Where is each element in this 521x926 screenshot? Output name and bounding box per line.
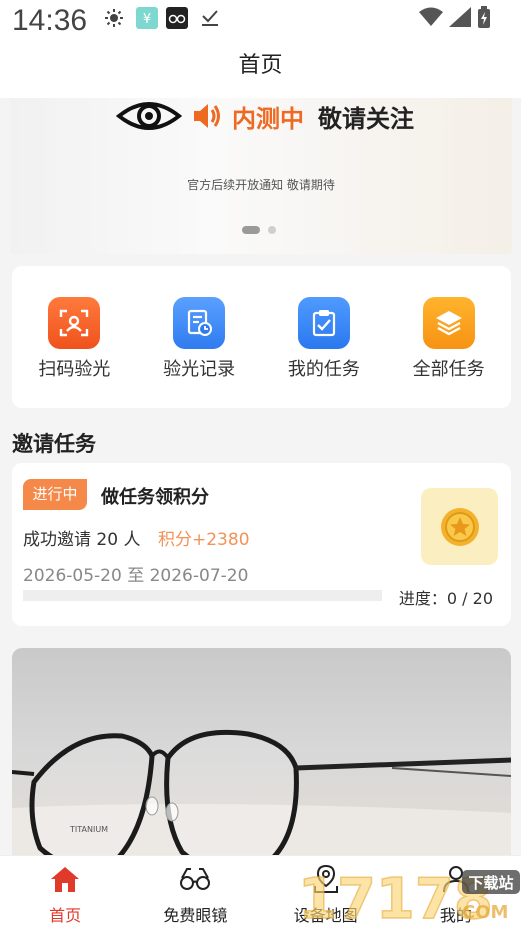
task-name: 做任务领积分 [101,487,209,508]
tab-home[interactable]: 首页 [0,856,130,926]
task-date-range: 2026-05-20 至 2026-07-20 [23,566,249,586]
layers-icon [422,297,475,349]
glasses-app-icon [166,7,188,29]
svg-text:¥: ¥ [143,12,151,27]
speaker-icon [192,101,222,131]
task-description: 成功邀请 20 人 [23,530,141,550]
product-image-card[interactable]: TITANIUM [12,648,511,878]
svg-text:TITANIUM: TITANIUM [69,825,108,834]
task-progress-bar [23,590,382,601]
eye-icon [115,98,183,134]
status-right [419,6,491,32]
banner-follow: 敬请关注 [318,104,414,133]
status-bar: 14:36 ¥ [0,0,521,44]
tab-label: 首页 [49,906,82,925]
page-title: 首页 [238,53,283,78]
sun-icon [104,8,124,28]
home-icon [49,864,81,894]
scan-optometry-button[interactable]: 扫码验光 [12,266,137,408]
download-done-icon [200,8,220,28]
status-badge: 进行中 [23,479,87,510]
record-icon [173,297,226,349]
glasses-photo: TITANIUM [12,729,511,878]
scan-icon [48,297,101,349]
task-icon [297,297,350,349]
site-watermark-logo: 17178 下载站 COM [296,864,521,926]
wifi-icon [419,7,443,31]
coin-icon [421,488,498,565]
carousel-dot[interactable] [268,226,276,234]
top-header: 首页 [0,44,521,98]
carousel-dot-active[interactable] [242,226,260,234]
tab-label: 免费眼镜 [163,906,228,925]
status-time: 14:36 [12,4,88,37]
optometry-record-button[interactable]: 验光记录 [137,266,262,408]
quick-action-label: 扫码验光 [38,359,111,380]
watermark-suffix: COM [462,902,508,923]
banner-carousel[interactable]: 内测中 敬请关注 官方后续开放通知 敬请期待 [10,98,512,254]
task-points: 积分+2380 [158,530,250,550]
tab-free-glasses[interactable]: 免费眼镜 [130,856,260,926]
yuan-icon: ¥ [136,7,158,29]
banner-tag: 内测中 [232,104,304,133]
battery-icon [477,6,491,32]
carousel-indicator [242,226,276,234]
quick-action-label: 全部任务 [412,359,485,380]
watermark-site: 下载站 [468,874,513,892]
my-tasks-button[interactable]: 我的任务 [262,266,387,408]
signal-icon [449,7,471,31]
banner-headline: 内测中 敬请关注 [115,98,414,134]
section-title-invite: 邀请任务 [12,432,96,456]
all-tasks-button[interactable]: 全部任务 [386,266,511,408]
quick-actions-card: 扫码验光 验光记录 我的任务 全部任务 [12,266,511,408]
quick-action-label: 我的任务 [287,359,360,380]
task-progress-text: 进度：0 / 20 [398,589,493,608]
banner-subtitle: 官方后续开放通知 敬请期待 [187,178,335,192]
quick-action-label: 验光记录 [163,359,236,380]
invite-task-card[interactable]: 进行中 做任务领积分 成功邀请 20 人 积分+2380 2026-05-20 … [12,463,511,626]
glasses-icon [179,864,211,894]
